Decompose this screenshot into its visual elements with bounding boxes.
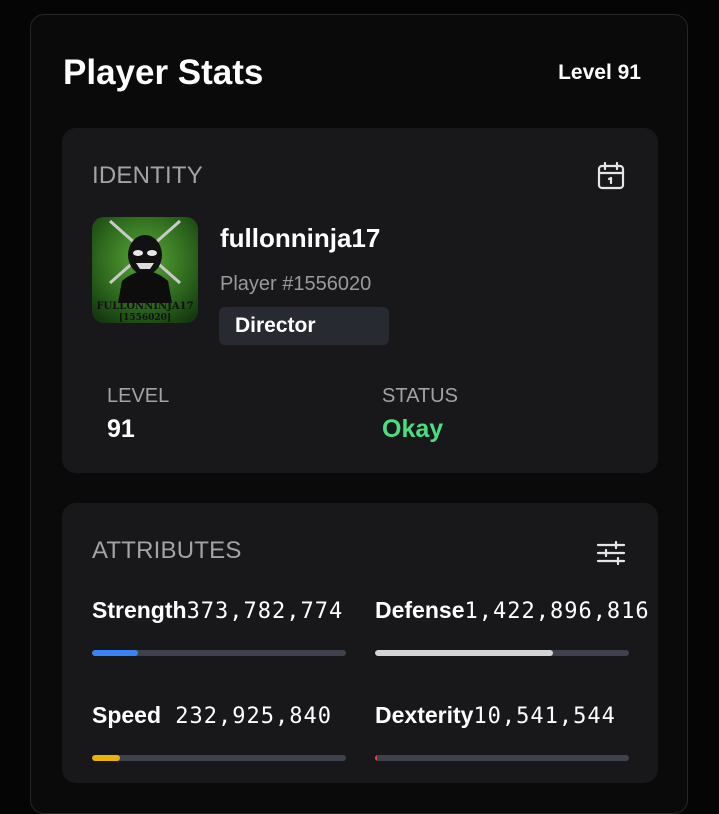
attribute-strength-text: Strength373,782,774 xyxy=(92,597,346,624)
player-id: Player #1556020 xyxy=(220,273,372,295)
status-value: Okay xyxy=(382,415,444,443)
speed-progress-fill xyxy=(92,755,120,761)
identity-card: IDENTITY FULLONNINJA17 [1556020] fullonn… xyxy=(62,128,658,473)
attributes-heading: ATTRIBUTES xyxy=(92,537,242,564)
strength-progress-bar xyxy=(92,650,346,656)
attribute-value: 1,422,896,816 xyxy=(464,599,650,624)
attribute-value: 232,925,840 xyxy=(161,704,332,729)
attribute-name: Speed xyxy=(92,702,162,728)
attribute-dexterity: Dexterity10,541,544 xyxy=(375,702,629,761)
page-title: Player Stats xyxy=(63,53,264,92)
level-value: 91 xyxy=(107,415,135,443)
defense-progress-bar xyxy=(375,650,629,656)
attribute-dexterity-text: Dexterity10,541,544 xyxy=(375,702,629,729)
role-badge: Director xyxy=(219,307,389,345)
attribute-value: 373,782,774 xyxy=(186,599,344,624)
attribute-speed-text: Speed 232,925,840 xyxy=(92,702,346,729)
player-stats-panel: Player Stats Level 91 IDENTITY FULLONNIN… xyxy=(30,14,688,814)
dexterity-progress-fill xyxy=(375,755,378,761)
attribute-strength: Strength373,782,774 xyxy=(92,597,346,656)
level-label: LEVEL xyxy=(107,385,170,407)
attribute-speed: Speed 232,925,840 xyxy=(92,702,346,761)
level-badge: Level 91 xyxy=(558,61,641,84)
svg-text:FULLONNINJA17: FULLONNINJA17 xyxy=(96,301,193,312)
attribute-value: 10,541,544 xyxy=(473,704,616,729)
speed-progress-bar xyxy=(92,755,346,761)
identity-heading: IDENTITY xyxy=(92,162,203,189)
sliders-icon[interactable] xyxy=(596,538,626,568)
attribute-name: Dexterity xyxy=(375,702,474,728)
player-avatar: FULLONNINJA17 [1556020] xyxy=(92,217,198,323)
defense-progress-fill xyxy=(375,650,553,656)
status-label: STATUS xyxy=(382,385,458,407)
dexterity-progress-bar xyxy=(375,755,629,761)
calendar-icon[interactable] xyxy=(596,161,626,191)
attribute-name: Defense xyxy=(375,597,465,623)
strength-progress-fill xyxy=(92,650,138,656)
attribute-defense-text: Defense1,422,896,816 xyxy=(375,597,649,624)
svg-text:[1556020]: [1556020] xyxy=(119,313,171,323)
attributes-card: ATTRIBUTES Strength373,782,774 Defense1,… xyxy=(62,503,658,783)
username: fullonninja17 xyxy=(220,223,381,253)
attribute-defense: Defense1,422,896,816 xyxy=(375,597,649,656)
attribute-name: Strength xyxy=(92,597,187,623)
